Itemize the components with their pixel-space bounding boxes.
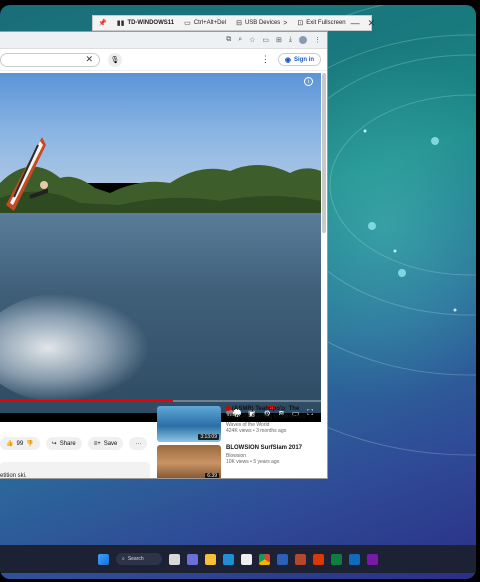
minimize-button[interactable]: — — [351, 18, 360, 29]
chrome-icon[interactable] — [259, 553, 270, 565]
file-explorer-icon[interactable] — [205, 553, 216, 565]
outlook-icon[interactable] — [349, 553, 360, 565]
clear-search-icon[interactable]: ✕ — [85, 54, 93, 65]
related-video[interactable]: 3:13:09 (ASMR) Teahupo'o: The Ultimate S… — [157, 406, 322, 442]
ctrl-alt-del-button[interactable]: ▭ Ctrl+Alt+Del — [179, 16, 231, 30]
video-description[interactable]: etition ski. — [0, 462, 150, 479]
sign-in-button[interactable]: ◉ Sign in — [277, 53, 321, 66]
settings-menu-icon[interactable]: ⋮ — [261, 54, 270, 65]
share-button[interactable]: ↪ Share — [45, 437, 82, 450]
signal-icon: ▮▮ — [116, 20, 125, 27]
usb-devices-label: USB Devices — [244, 20, 281, 26]
video-progress-fill — [0, 400, 174, 402]
usb-devices-button[interactable]: ⊟ USB Devices > — [231, 16, 292, 30]
video-progress-bar[interactable] — [0, 400, 321, 402]
onenote-icon[interactable] — [367, 553, 378, 565]
share-label: Share — [59, 440, 76, 447]
like-button[interactable]: 👍 99 👎 — [0, 437, 40, 450]
related-video-meta: (ASMR) Teahupo'o: The Ultimate Surfing E… — [226, 406, 322, 442]
pin-button[interactable]: 📌 — [93, 16, 112, 30]
youtube-header: ✕ 🎙 ⋮ ◉ Sign in — [0, 49, 327, 71]
sign-in-label: Sign in — [294, 56, 314, 63]
exit-fullscreen-button[interactable]: ⊡ Exit Fullscreen — [292, 16, 350, 30]
video-player[interactable]: i ▣ ⚙ HD ⧈ ▭ ⛶ — [0, 73, 321, 422]
exit-fullscreen-label: Exit Fullscreen — [306, 20, 346, 26]
thumbs-down-icon[interactable]: 👎 — [26, 440, 33, 447]
edge-icon[interactable] — [223, 553, 234, 565]
store-icon[interactable] — [241, 553, 252, 565]
powerpoint-icon[interactable] — [313, 553, 324, 565]
keyboard-icon: ▭ — [184, 20, 191, 27]
ctrl-alt-del-label: Ctrl+Alt+Del — [193, 20, 227, 26]
like-count: 99 — [16, 440, 24, 447]
video-duration: 6:39 — [205, 473, 219, 479]
usb-icon: ⊟ — [236, 20, 242, 27]
desktop: 📌 ▮▮ TD-WINDOWS11 ▭ Ctrl+Alt+Del ⊟ USB Devi… — [0, 5, 476, 579]
browser-menu-icon[interactable]: ⋮ — [314, 36, 321, 44]
start-icon[interactable] — [98, 553, 109, 565]
video-frame-trees — [0, 164, 321, 223]
sidebar-icon[interactable]: ▭ — [262, 36, 269, 44]
taskbar-search[interactable]: ⌕ Search — [116, 553, 162, 565]
account-icon: ◉ — [284, 56, 291, 64]
save-button[interactable]: ≡+ Save — [87, 437, 124, 450]
cast-icon[interactable]: ⧉ — [226, 36, 231, 44]
description-text: etition ski. — [0, 473, 27, 479]
video-frame-rider — [6, 137, 48, 211]
chevron-right-icon: > — [283, 19, 288, 27]
thumbs-up-icon: 👍 — [6, 441, 14, 447]
share-icon: ↪ — [51, 441, 57, 447]
zoom-icon[interactable]: ⌕ — [238, 36, 242, 44]
video-duration: 3:13:09 — [198, 434, 219, 440]
related-video[interactable]: 6:39 BLOWSION SurfSlam 2017 Blowsion 10K… — [157, 445, 322, 479]
task-view-icon[interactable] — [169, 553, 180, 565]
remote-desktop-bar: 📌 ▮▮ TD-WINDOWS11 ▭ Ctrl+Alt+Del ⊟ USB Devi… — [92, 15, 375, 31]
word-icon[interactable] — [277, 553, 288, 565]
access-icon[interactable] — [295, 553, 306, 565]
excel-icon[interactable] — [331, 553, 342, 565]
related-video-title[interactable]: BLOWSION SurfSlam 2017 — [226, 445, 302, 453]
info-icon[interactable]: i — [304, 77, 313, 86]
related-video-meta: BLOWSION SurfSlam 2017 Blowsion 10K view… — [226, 445, 302, 478]
screen: 📌 ▮▮ TD-WINDOWS11 ▭ Ctrl+Alt+Del ⊟ USB Devi… — [0, 0, 480, 582]
exit-fullscreen-icon: ⊡ — [297, 20, 304, 27]
mic-icon: 🎙 — [110, 56, 120, 64]
taskbar: ⌕ Search — [0, 545, 476, 573]
red-dot-icon — [226, 406, 231, 411]
teams-icon[interactable] — [187, 553, 198, 565]
taskbar-search-label: Search — [127, 556, 144, 562]
download-icon[interactable]: ⤓ — [289, 36, 292, 44]
save-label: Save — [103, 440, 118, 447]
star-icon[interactable]: ☆ — [249, 36, 255, 44]
page-scrollbar[interactable] — [322, 73, 326, 233]
search-input[interactable]: ✕ — [0, 52, 100, 67]
host-name: TD-WINDOWS11 — [127, 20, 175, 26]
voice-search-button[interactable]: 🎙 — [108, 52, 122, 67]
related-video-thumbnail[interactable]: 3:13:09 — [157, 406, 221, 442]
related-video-stats: 10K views • 5 years ago — [226, 459, 280, 466]
search-icon: ⌕ — [122, 556, 125, 562]
video-actions: 👍 99 👎 ↪ Share ≡+ Save ··· — [0, 437, 148, 450]
pin-icon: 📌 — [98, 20, 107, 27]
browser-toolbar: ⧉ ⌕ ☆ ▭ ⊞ ⤓ ⋮ — [0, 32, 327, 49]
more-icon: ··· — [135, 440, 142, 447]
related-video-thumbnail[interactable]: 6:39 — [157, 445, 221, 479]
related-video-title[interactable]: (ASMR) Teahupo'o: The Ultimate Surfing E… — [226, 406, 315, 420]
more-actions-button[interactable]: ··· — [129, 437, 148, 450]
host-label: ▮▮ TD-WINDOWS11 — [112, 16, 179, 30]
window-controls: — ✕ — [351, 18, 380, 29]
browser-window: ⧉ ⌕ ☆ ▭ ⊞ ⤓ ⋮ ✕ 🎙 ⋮ ◉ Sign in i ▣ ⚙ HD ⧈… — [0, 31, 328, 479]
related-video-stats: 424K views • 3 months ago — [226, 428, 287, 435]
save-icon: ≡+ — [93, 440, 101, 447]
extensions-icon[interactable]: ⊞ — [276, 36, 282, 44]
profile-avatar[interactable] — [299, 36, 307, 44]
close-button[interactable]: ✕ — [368, 18, 376, 29]
